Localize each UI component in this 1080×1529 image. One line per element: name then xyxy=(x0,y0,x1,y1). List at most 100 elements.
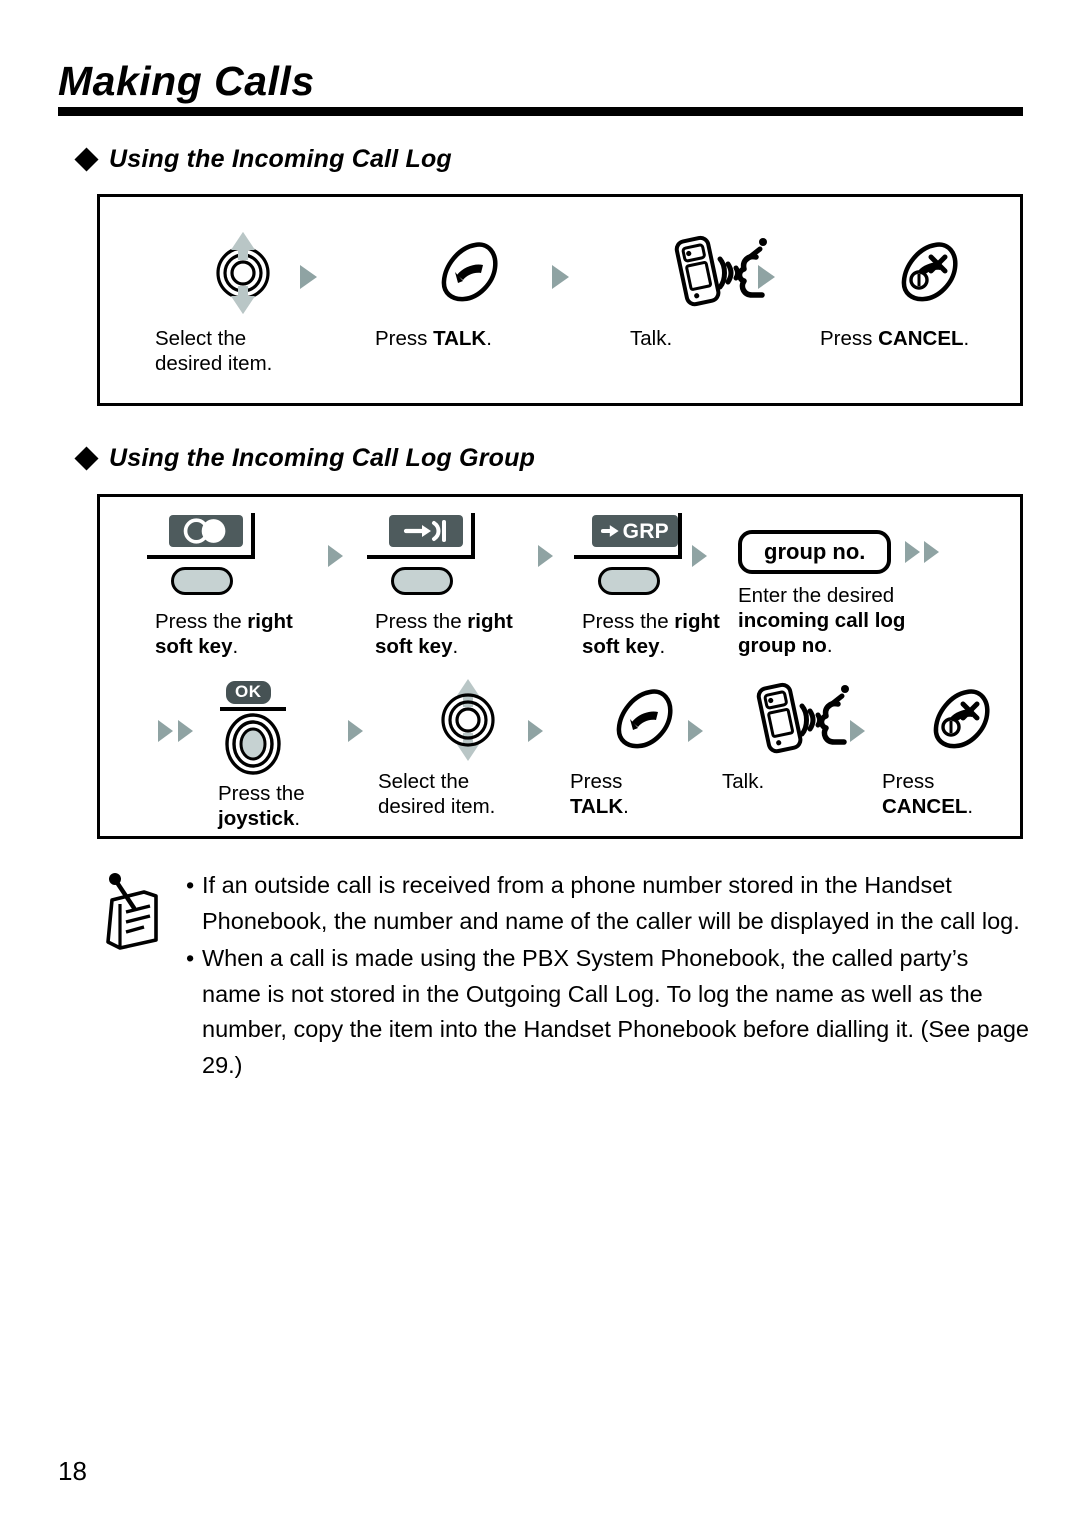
talk-key-svg xyxy=(441,242,498,302)
caption-line-2: soft key. xyxy=(155,634,345,659)
arrow-separator-icon xyxy=(905,541,921,563)
handset-talking-svg xyxy=(756,682,849,754)
step-press-cancel: Press CANCEL. xyxy=(820,230,1040,351)
softkey-display-label xyxy=(389,515,463,547)
ok-underline xyxy=(220,707,286,711)
note-item: • If an outside call is received from a … xyxy=(186,868,1030,939)
caption-line-1: Press the right xyxy=(375,609,565,634)
ok-joystick-icon[interactable]: OK xyxy=(218,681,292,775)
step-press-right-softkey-2: Press the right soft key. xyxy=(367,513,565,659)
caption-press-the: Press the xyxy=(582,610,675,633)
group-no-entry-row: group no. xyxy=(738,529,998,575)
caption-line-2: incoming call log xyxy=(738,608,998,633)
softkey-button[interactable] xyxy=(391,567,453,595)
note-row: • If an outside call is received from a … xyxy=(100,868,1030,1085)
arrow-into-bracket-icon xyxy=(403,520,446,542)
arrow-separator-icon xyxy=(688,720,703,742)
caption-right: right xyxy=(247,610,293,633)
step-caption: Press CANCEL. xyxy=(820,326,1040,351)
caption-line-1: Select the xyxy=(155,327,247,350)
caption-line-2: desired item. xyxy=(378,795,496,818)
handset-talking-icon xyxy=(630,230,810,316)
softkey-display-label xyxy=(169,515,243,547)
caption-right: right xyxy=(674,610,720,633)
section-heading-label: Using the Incoming Call Log xyxy=(109,145,452,173)
step-caption: Select the desired item. xyxy=(378,769,558,819)
caption-cancel: CANCEL xyxy=(882,795,968,818)
caption-line-2: soft key. xyxy=(375,634,565,659)
joystick-updown-svg xyxy=(215,232,270,314)
cancel-key-icon[interactable] xyxy=(820,230,1040,316)
talk-key-icon[interactable] xyxy=(375,230,565,316)
cancel-key-icon[interactable] xyxy=(882,677,1042,763)
note-bullet-icon: • xyxy=(186,872,195,898)
arrow-separator-icon xyxy=(758,265,775,289)
steps-box-incoming-call-log-group: Press the right soft key. Press the righ… xyxy=(97,494,1023,839)
arrow-separator-icon xyxy=(552,265,569,289)
caption-line-1: Select the xyxy=(378,770,470,793)
note-list: • If an outside call is received from a … xyxy=(186,868,1030,1085)
caption-right: right xyxy=(467,610,513,633)
caption-period: . xyxy=(486,327,492,350)
notepad-pencil-svg xyxy=(106,873,158,950)
arrow-separator-icon xyxy=(178,720,193,742)
caption-line-2: TALK. xyxy=(570,794,720,819)
softkey-button[interactable] xyxy=(598,567,660,595)
title-divider xyxy=(58,107,1023,116)
caption-joystick: joystick xyxy=(218,807,295,830)
caption-cancel: CANCEL xyxy=(878,327,964,350)
group-no-entry-box[interactable]: group no. xyxy=(738,530,892,574)
caption-line-1: Press xyxy=(570,770,623,793)
step-enter-group-no: group no. Enter the desired incoming cal… xyxy=(738,529,998,658)
caption-period: . xyxy=(826,634,833,657)
note-bullet-icon: • xyxy=(186,945,195,971)
caption-period: . xyxy=(294,807,301,830)
note-section: • If an outside call is received from a … xyxy=(100,868,1030,1085)
step-caption: Talk. xyxy=(722,770,765,793)
caption-press-the: Press the xyxy=(155,610,248,633)
page-number: 18 xyxy=(58,1456,87,1486)
caption-soft-key: soft key xyxy=(155,635,233,658)
step-caption: Enter the desired incoming call log grou… xyxy=(738,583,998,658)
softkey-arrow-in-icon[interactable] xyxy=(367,513,487,597)
step-caption: Select the desired item. xyxy=(155,326,330,376)
arrow-separator-icon xyxy=(538,545,553,567)
joystick-updown-svg xyxy=(441,679,495,761)
step-press-joystick: OK Press the joystick. xyxy=(218,681,378,831)
note-item-text: When a call is made using the PBX System… xyxy=(202,945,1029,1078)
two-circles-icon xyxy=(183,518,226,544)
ok-label-badge: OK xyxy=(226,681,271,704)
step-caption: Press the joystick. xyxy=(218,781,378,831)
step-press-cancel-2: Press CANCEL. xyxy=(882,677,1042,819)
cancel-key-svg xyxy=(901,242,958,302)
diamond-bullet-icon xyxy=(74,147,99,172)
softkey-display-label: GRP xyxy=(592,515,678,547)
caption-period: . xyxy=(232,635,239,658)
caption-press: Press xyxy=(375,327,434,350)
arrow-separator-icon xyxy=(348,720,363,742)
step-caption: Press TALK. xyxy=(375,326,565,351)
caption-soft-key: soft key xyxy=(375,635,453,658)
arrow-separator-icon xyxy=(328,545,343,567)
caption-line-1: Enter the desired xyxy=(738,584,895,607)
caption-incoming-call-log: incoming call log xyxy=(738,609,906,632)
step-press-talk-2: Press TALK. xyxy=(570,677,720,819)
step-talk: Talk. xyxy=(630,230,810,351)
softkey-button[interactable] xyxy=(171,567,233,595)
step-caption: Press TALK. xyxy=(570,769,720,819)
step-select-item: Select the desired item. xyxy=(155,230,330,376)
caption-line-2: desired item. xyxy=(155,352,273,375)
step-press-talk: Press TALK. xyxy=(375,230,565,351)
caption-line-2: joystick. xyxy=(218,806,378,831)
caption-soft-key: soft key xyxy=(582,635,660,658)
softkey-grp-icon[interactable]: GRP xyxy=(574,513,694,597)
caption-period: . xyxy=(967,795,974,818)
softkey-two-circles-icon[interactable] xyxy=(147,513,267,597)
caption-period: . xyxy=(623,795,629,818)
caption-talk: TALK xyxy=(433,327,487,350)
notepad-pencil-icon xyxy=(100,868,186,955)
step-caption: Press the right soft key. xyxy=(155,609,345,659)
arrow-right-icon xyxy=(601,525,619,537)
arrow-separator-icon xyxy=(528,720,543,742)
arrow-separator-icon xyxy=(300,265,317,289)
